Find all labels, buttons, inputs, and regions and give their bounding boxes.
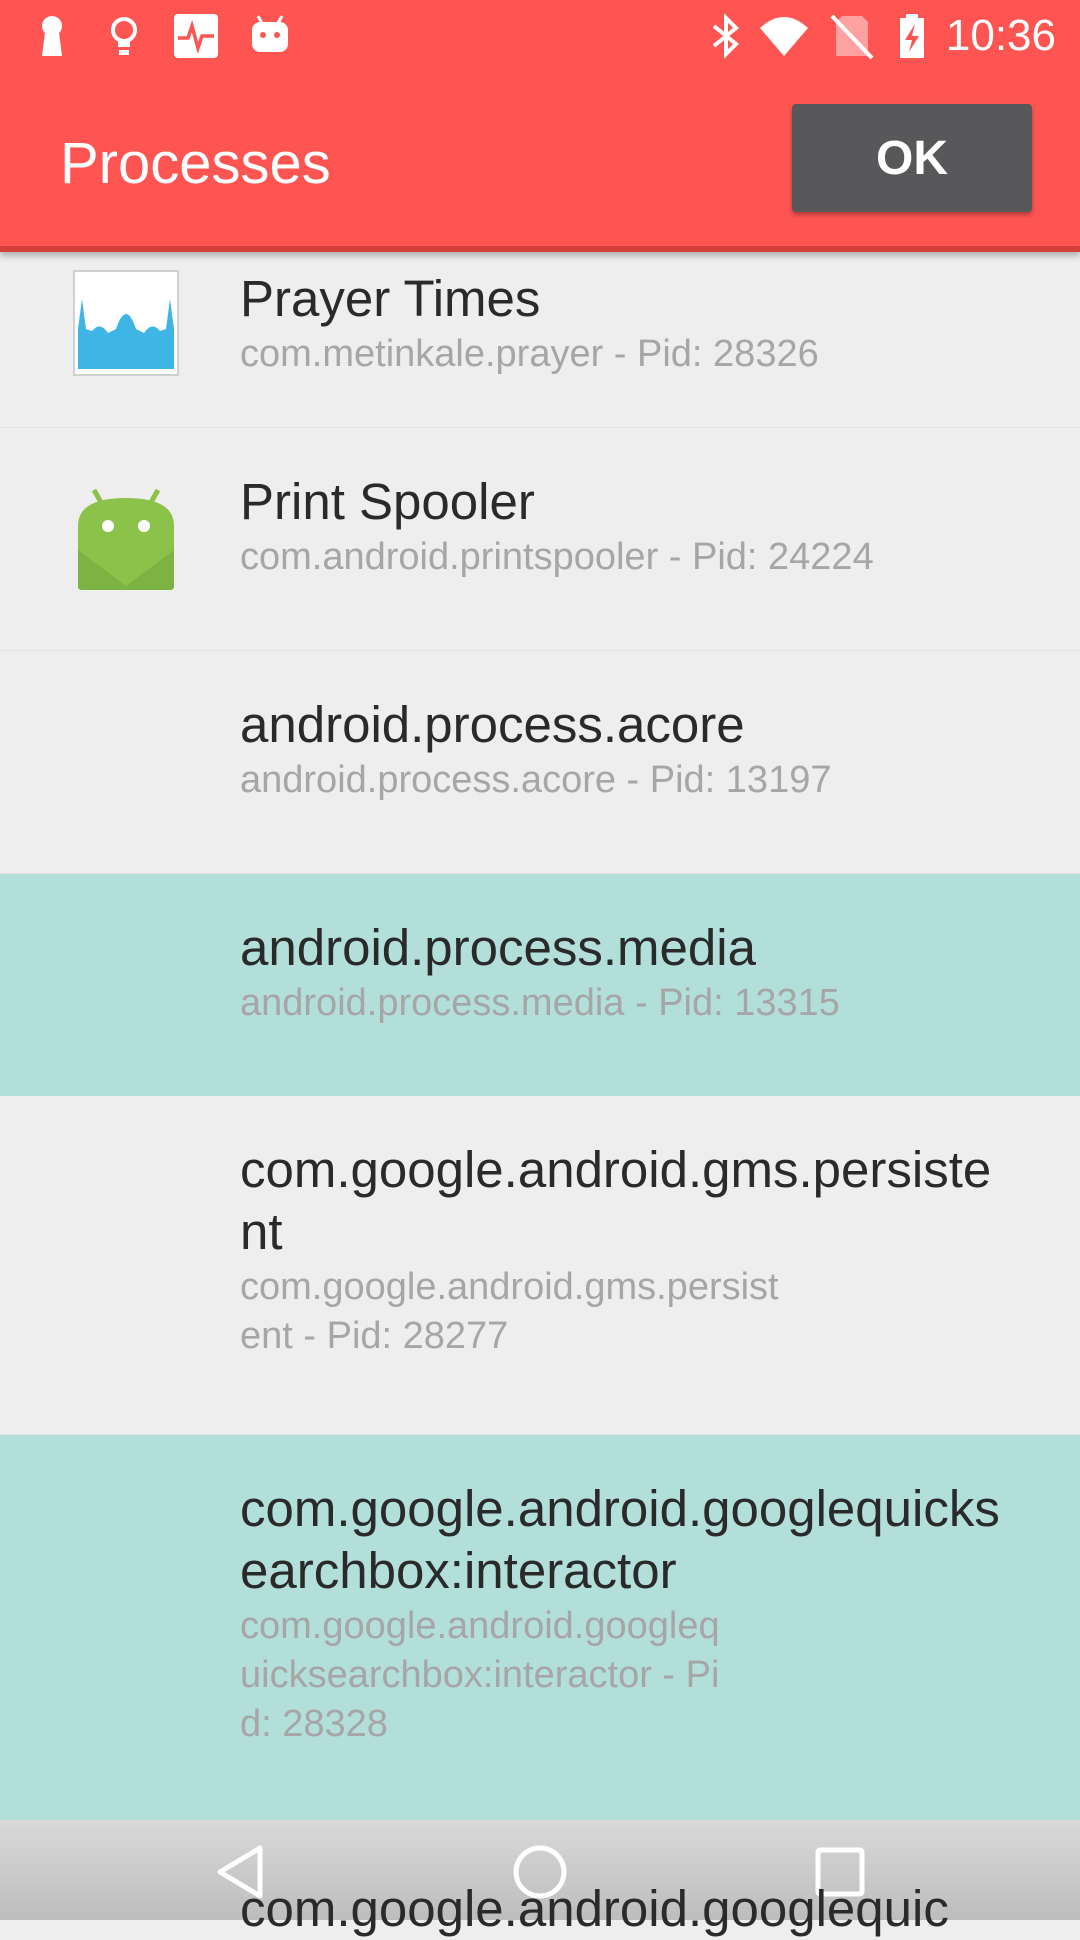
heartbeat-icon bbox=[174, 14, 218, 58]
app-bar-divider bbox=[0, 246, 1080, 252]
process-row[interactable]: com.google.android.gms.persistent com.go… bbox=[0, 1096, 1080, 1435]
process-detail: com.android.printspooler - Pid: 24224 bbox=[240, 536, 874, 578]
process-detail: com.google.android.googlequicksearchbox:… bbox=[240, 1605, 720, 1745]
bluetooth-icon bbox=[712, 13, 739, 59]
android-face-icon bbox=[252, 15, 288, 52]
process-detail: android.process.media - Pid: 13315 bbox=[240, 982, 840, 1024]
lightbulb-icon bbox=[111, 17, 137, 55]
process-row[interactable]: Print Spooler com.android.printspooler -… bbox=[0, 428, 1080, 651]
process-row[interactable]: com.google.android.googlequicksearchbox:… bbox=[0, 1435, 1080, 1820]
process-detail: com.metinkale.prayer - Pid: 28326 bbox=[240, 333, 819, 375]
no-sim-icon bbox=[830, 14, 874, 60]
wifi-icon bbox=[760, 17, 808, 56]
ok-button[interactable]: OK bbox=[792, 104, 1032, 212]
mosque-icon bbox=[73, 270, 179, 376]
process-name: Print Spooler bbox=[240, 473, 535, 530]
process-name: com.google.android.gms.persistent bbox=[240, 1141, 992, 1260]
process-list[interactable]: Prayer Times com.metinkale.prayer - Pid:… bbox=[0, 252, 1080, 1820]
process-row[interactable]: android.process.media android.process.me… bbox=[0, 874, 1080, 1096]
process-name: android.process.media bbox=[240, 919, 756, 976]
keyhole-icon bbox=[42, 16, 62, 56]
page-title: Processes bbox=[60, 131, 331, 196]
process-row[interactable]: android.process.acore android.process.ac… bbox=[0, 651, 1080, 874]
process-name: android.process.acore bbox=[240, 696, 745, 753]
partial-list-item-name: com.google.android.googlequic bbox=[240, 1880, 949, 1937]
process-detail: android.process.acore - Pid: 13197 bbox=[240, 759, 832, 801]
process-row[interactable]: Prayer Times com.metinkale.prayer - Pid:… bbox=[0, 252, 1080, 428]
status-bar: 10:36 bbox=[0, 0, 1080, 72]
clock: 10:36 bbox=[945, 11, 1056, 60]
process-name: Prayer Times bbox=[240, 270, 541, 327]
android-robot-icon bbox=[78, 488, 174, 590]
app-bar: 10:36 Processes OK bbox=[0, 0, 1080, 252]
process-name: com.google.android.googlequicksearchbox:… bbox=[240, 1480, 1000, 1599]
process-detail: com.google.android.gms.persistent - Pid:… bbox=[240, 1266, 779, 1357]
battery-charging-icon bbox=[900, 14, 924, 58]
